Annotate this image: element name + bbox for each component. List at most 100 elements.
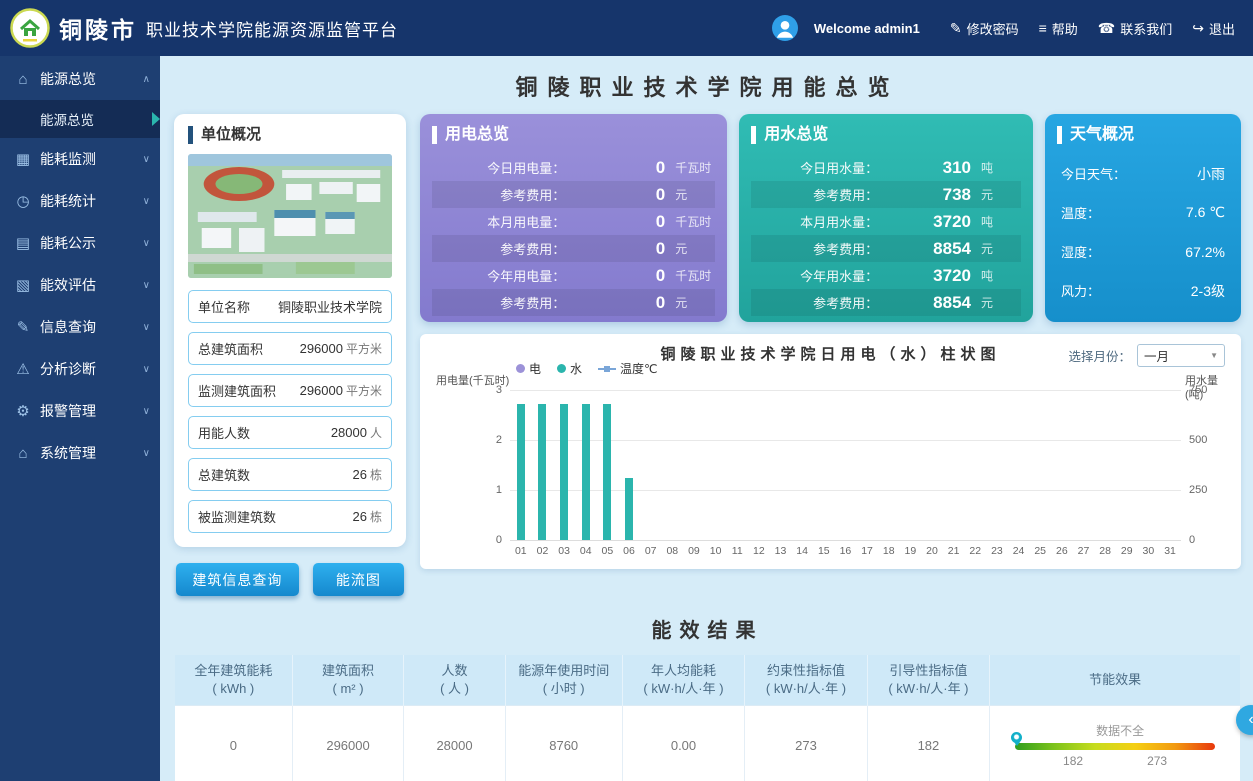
bar-slot-10 <box>705 390 727 540</box>
water-bar-05 <box>603 404 611 540</box>
legend-item-water: 水 <box>557 360 582 377</box>
weather-row-0: 今日天气：小雨 <box>1057 154 1229 193</box>
unit-field-label: 单位名称 <box>198 297 250 316</box>
user-area: Welcome admin1 ✎修改密码 ≡帮助 ☎联系我们 ↪退出 <box>772 15 1235 41</box>
unit-field-unit: 人 <box>370 426 382 440</box>
energy-saving-gauge: 数据不全182273 <box>1015 722 1215 768</box>
brand: 铜陵市 职业技术学院能源资源监管平台 <box>10 8 398 48</box>
stat-row-label: 今年用电量： <box>434 266 565 285</box>
stat-row-value: 3720 <box>878 212 971 232</box>
top-action-contact-us[interactable]: ☎联系我们 <box>1098 19 1172 38</box>
bar-slot-13 <box>770 390 792 540</box>
weather-row-value: 小雨 <box>1197 164 1225 184</box>
sidebar-item-info-query[interactable]: ✎信息查询∨ <box>0 306 160 348</box>
x-label-24: 24 <box>1008 545 1030 557</box>
stat-row-label: 参考费用： <box>753 293 878 312</box>
top-header: 铜陵市 职业技术学院能源资源监管平台 Welcome admin1 ✎修改密码 ≡… <box>0 0 1253 56</box>
sidebar-item-efficiency-evaluation[interactable]: ▧能效评估∨ <box>0 264 160 306</box>
bar-slot-21 <box>943 390 965 540</box>
axis-tick: 250 <box>1189 484 1207 496</box>
eff-cell-6: 182 <box>867 706 989 781</box>
building-info-query-button[interactable]: 建筑信息查询 <box>176 563 299 596</box>
bar-slot-26 <box>1051 390 1073 540</box>
edit-icon: ✎ <box>950 21 962 35</box>
month-select[interactable]: 一月 ▼ <box>1137 344 1225 367</box>
stat-row-label: 参考费用： <box>753 239 878 258</box>
sidebar: ⌂能源总览∧能源总览▦能耗监测∨◷能耗统计∨▤能耗公示∨▧能效评估∨✎信息查询∨… <box>0 56 160 781</box>
line-marker-icon <box>598 368 616 370</box>
monitor-icon: ▤ <box>14 234 32 252</box>
stat-row-0: 今日用电量：0千瓦时 <box>432 154 715 181</box>
chevron-down-icon: ∨ <box>143 448 150 459</box>
stat-row-label: 今日用电量： <box>434 158 565 177</box>
water-rows: 今日用水量：310吨参考费用：738元本月用水量：3720吨参考费用：8854元… <box>751 154 1021 316</box>
y-axis-left-ticks: 3210 <box>432 390 510 540</box>
top-action-change-password[interactable]: ✎修改密码 <box>950 19 1019 38</box>
gauge-marker-pin <box>1011 732 1022 743</box>
sidebar-item-alarm-management[interactable]: ⚙报警管理∨ <box>0 390 160 432</box>
axis-tick: 0 <box>496 534 502 546</box>
unit-fields: 单位名称铜陵职业技术学院总建筑面积296000平方米监测建筑面积296000平方… <box>188 290 392 533</box>
stat-row-value: 0 <box>565 185 665 205</box>
x-label-08: 08 <box>661 545 683 557</box>
page-title: 铜陵职业技术学院用能总览 <box>170 70 1245 102</box>
sidebar-item-energy-publicity[interactable]: ▤能耗公示∨ <box>0 222 160 264</box>
unit-buttons: 建筑信息查询能流图 <box>174 563 406 596</box>
sidebar-item-energy-overview[interactable]: ⌂能源总览∧ <box>0 58 160 100</box>
sidebar-item-label: 能耗监测 <box>40 149 135 169</box>
unit-field-label: 总建筑面积 <box>198 339 263 358</box>
bar-slot-14 <box>791 390 813 540</box>
top-action-logout[interactable]: ↪退出 <box>1192 19 1235 38</box>
chevron-down-icon: ∨ <box>143 364 150 375</box>
eff-cell-2: 28000 <box>404 706 505 781</box>
sidebar-item-label: 信息查询 <box>40 317 135 337</box>
eff-header-2: 人数( 人 ) <box>404 655 505 706</box>
sidebar-item-energy-statistics[interactable]: ◷能耗统计∨ <box>0 180 160 222</box>
daily-usage-chart-card: 铜陵职业技术学院日用电（水）柱状图 选择月份： 一月 ▼ 电水温度℃ 用电量(千… <box>420 334 1241 569</box>
unit-field-unit: 平方米 <box>346 384 382 398</box>
top-action-help[interactable]: ≡帮助 <box>1039 19 1078 38</box>
x-label-18: 18 <box>878 545 900 557</box>
energy-flow-diagram-button[interactable]: 能流图 <box>313 563 404 596</box>
x-label-13: 13 <box>770 545 792 557</box>
chevron-down-icon: ∨ <box>143 196 150 207</box>
unit-overview-card: 单位概况 <box>174 114 406 547</box>
stat-row-unit: 千瓦时 <box>665 267 713 284</box>
eff-cell-0: 0 <box>175 706 292 781</box>
sidebar-item-label: 能耗统计 <box>40 191 135 211</box>
x-label-21: 21 <box>943 545 965 557</box>
plot-column: 0102030405060708091011121314151617181920… <box>510 374 1181 561</box>
sidebar-item-system-management[interactable]: ⌂系统管理∨ <box>0 432 160 474</box>
x-label-31: 31 <box>1159 545 1181 557</box>
chevron-down-icon: ▼ <box>1210 351 1218 360</box>
sidebar-item-analysis-diagnosis[interactable]: ⚠分析诊断∨ <box>0 348 160 390</box>
month-select-label: 选择月份： <box>1068 346 1131 365</box>
unit-field-2: 监测建筑面积296000平方米 <box>188 374 392 407</box>
month-picker: 选择月份： 一月 ▼ <box>1068 344 1225 367</box>
weather-row-value: 7.6 ℃ <box>1186 204 1225 221</box>
bar-slot-30 <box>1138 390 1160 540</box>
efficiency-section-title: 能效结果 <box>170 614 1245 643</box>
stat-row-value: 8854 <box>878 239 971 259</box>
bar-slot-02 <box>532 390 554 540</box>
stat-row-5: 参考费用：0元 <box>432 289 715 316</box>
sidebar-subitem-energy-overview-sub[interactable]: 能源总览 <box>0 100 160 138</box>
weather-row-value: 67.2% <box>1185 244 1225 260</box>
sidebar-item-energy-monitoring[interactable]: ▦能耗监测∨ <box>0 138 160 180</box>
stat-row-unit: 元 <box>665 240 713 257</box>
x-label-01: 01 <box>510 545 532 557</box>
weather-rows: 今日天气：小雨温度：7.6 ℃湿度：67.2%风力：2-3级 <box>1057 154 1229 310</box>
y-axis-right-ticks: 7505002500 <box>1181 390 1229 540</box>
stat-row-unit: 元 <box>665 294 713 311</box>
bar-slot-31 <box>1159 390 1181 540</box>
stat-row-unit: 千瓦时 <box>665 159 713 176</box>
bar-slot-24 <box>1008 390 1030 540</box>
top-action-label: 联系我们 <box>1120 19 1172 38</box>
eff-header-4: 年人均能耗( kW·h/人·年 ) <box>622 655 744 706</box>
stats-row: 用电总览 今日用电量：0千瓦时参考费用：0元本月用电量：0千瓦时参考费用：0元今… <box>420 114 1241 322</box>
stat-row-label: 参考费用： <box>753 185 878 204</box>
welcome-text: Welcome admin1 <box>814 21 920 36</box>
stat-row-value: 3720 <box>878 266 971 286</box>
eff-header-0: 全年建筑能耗( kWh ) <box>175 655 292 706</box>
legend-label: 电 <box>529 360 541 377</box>
